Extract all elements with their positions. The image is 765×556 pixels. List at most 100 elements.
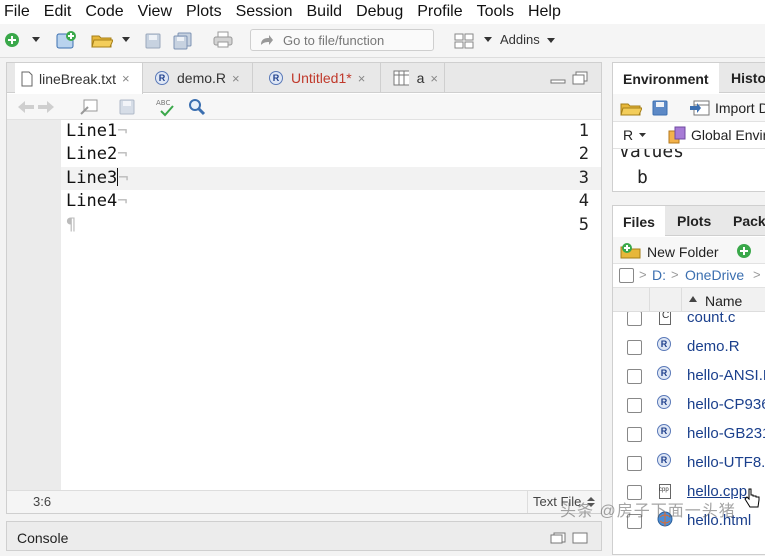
file-row[interactable]: R hello-GB231 bbox=[613, 420, 765, 449]
find-replace-icon[interactable] bbox=[187, 97, 207, 117]
menu-file[interactable]: File bbox=[4, 3, 30, 21]
file-row[interactable]: R demo.R bbox=[613, 333, 765, 362]
maximize-pane-icon[interactable] bbox=[571, 70, 589, 86]
tab-demo-r[interactable]: R demo.R × bbox=[149, 63, 253, 93]
new-file-icon[interactable] bbox=[735, 242, 753, 260]
back-arrow-icon[interactable] bbox=[17, 99, 35, 115]
print-icon[interactable] bbox=[212, 30, 234, 50]
save-all-icon[interactable] bbox=[172, 30, 194, 52]
tab-plots[interactable]: Plots bbox=[667, 206, 721, 236]
restore-pane-icon[interactable] bbox=[549, 531, 567, 545]
import-dataset-icon[interactable] bbox=[689, 99, 711, 117]
chevron-down-icon[interactable] bbox=[120, 33, 132, 47]
line-end-mark: ¬ bbox=[117, 191, 128, 211]
pane-layout-icon[interactable] bbox=[453, 31, 475, 51]
file-name[interactable]: hello-CP936 bbox=[687, 396, 765, 413]
menu-code[interactable]: Code bbox=[85, 3, 123, 21]
console-label[interactable]: Console bbox=[17, 530, 68, 546]
variable-name[interactable]: b bbox=[637, 167, 648, 188]
file-name[interactable]: hello-ANSI.R bbox=[687, 367, 765, 384]
line-number: 3 bbox=[578, 168, 589, 188]
tab-files[interactable]: Files bbox=[613, 206, 665, 237]
breadcrumb-folder[interactable]: OneDrive bbox=[685, 267, 744, 283]
chevron-down-icon[interactable] bbox=[30, 33, 42, 47]
save-icon[interactable] bbox=[651, 99, 669, 117]
menu-plots[interactable]: Plots bbox=[186, 3, 222, 21]
row-checkbox[interactable] bbox=[627, 398, 642, 413]
select-all-checkbox[interactable] bbox=[619, 268, 634, 283]
menu-edit[interactable]: Edit bbox=[44, 3, 72, 21]
files-breadcrumb: > D: > OneDrive > bbox=[613, 264, 765, 288]
main-toolbar: Go to file/function Addins bbox=[0, 24, 765, 58]
code-line[interactable]: Line1¬ bbox=[66, 121, 127, 141]
new-folder-icon[interactable] bbox=[619, 241, 643, 261]
close-icon[interactable]: × bbox=[122, 71, 130, 86]
menu-help[interactable]: Help bbox=[528, 3, 561, 21]
values-header: Values bbox=[613, 149, 765, 165]
breadcrumb-drive[interactable]: D: bbox=[652, 267, 666, 283]
file-name[interactable]: demo.R bbox=[687, 338, 740, 355]
addins-menu[interactable]: Addins bbox=[500, 32, 556, 47]
r-file-icon: R bbox=[657, 366, 673, 384]
menu-build[interactable]: Build bbox=[307, 3, 343, 21]
file-name[interactable]: hello-UTF8.R bbox=[687, 454, 765, 471]
r-file-icon: R bbox=[269, 71, 283, 85]
breadcrumb-separator: > bbox=[671, 267, 679, 282]
tab-linebreak-txt[interactable]: lineBreak.txt × bbox=[15, 63, 143, 94]
spellcheck-icon[interactable]: ABC bbox=[155, 96, 177, 118]
close-icon[interactable]: × bbox=[358, 71, 366, 86]
menu-session[interactable]: Session bbox=[236, 3, 293, 21]
new-project-icon[interactable] bbox=[54, 29, 78, 51]
env-scope-bar: R Global Envir bbox=[613, 122, 765, 149]
environment-scope-selector[interactable]: Global Envir bbox=[691, 127, 765, 143]
environment-icon bbox=[667, 125, 687, 145]
file-row[interactable]: R hello-UTF8.R bbox=[613, 449, 765, 478]
row-checkbox[interactable] bbox=[627, 427, 642, 442]
tab-untitled1[interactable]: R Untitled1* × bbox=[263, 63, 381, 93]
show-in-window-icon[interactable] bbox=[79, 98, 99, 116]
menu-tools[interactable]: Tools bbox=[477, 3, 514, 21]
code-line[interactable]: Line2¬ bbox=[66, 144, 127, 164]
close-icon[interactable]: × bbox=[232, 71, 240, 86]
tab-a[interactable]: a × bbox=[387, 63, 445, 93]
column-divider bbox=[649, 288, 650, 312]
language-selector[interactable]: R bbox=[623, 127, 633, 143]
name-column-header[interactable]: Name bbox=[705, 293, 742, 309]
menu-debug[interactable]: Debug bbox=[356, 3, 403, 21]
open-folder-icon[interactable] bbox=[90, 30, 114, 50]
forward-arrow-icon[interactable] bbox=[37, 99, 55, 115]
menu-view[interactable]: View bbox=[138, 3, 172, 21]
goto-placeholder: Go to file/function bbox=[283, 32, 385, 48]
goto-file-function-input[interactable]: Go to file/function bbox=[250, 29, 434, 51]
tab-environment[interactable]: Environment bbox=[613, 63, 719, 94]
file-name[interactable]: count.c bbox=[687, 312, 735, 326]
menu-bar: File Edit Code View Plots Session Build … bbox=[0, 0, 765, 24]
row-checkbox[interactable] bbox=[627, 340, 642, 355]
chevron-down-icon[interactable] bbox=[482, 33, 494, 47]
maximize-pane-icon[interactable] bbox=[571, 531, 589, 545]
env-toolbar: Import D bbox=[613, 94, 765, 122]
file-row[interactable]: C count.c bbox=[613, 312, 765, 333]
new-file-icon[interactable] bbox=[3, 31, 21, 49]
import-dataset-button[interactable]: Import D bbox=[715, 100, 765, 116]
save-icon[interactable] bbox=[143, 31, 163, 51]
row-checkbox[interactable] bbox=[627, 312, 642, 326]
tab-history[interactable]: Histo bbox=[721, 63, 765, 93]
row-checkbox[interactable] bbox=[627, 369, 642, 384]
tab-packages[interactable]: Packa bbox=[723, 206, 765, 236]
save-icon[interactable] bbox=[117, 98, 137, 116]
menu-profile[interactable]: Profile bbox=[417, 3, 462, 21]
code-line[interactable]: Line4¬ bbox=[66, 191, 127, 211]
line-number: 2 bbox=[578, 144, 589, 164]
file-row[interactable]: R hello-ANSI.R bbox=[613, 362, 765, 391]
file-row[interactable]: R hello-CP936 bbox=[613, 391, 765, 420]
file-name[interactable]: hello-GB231 bbox=[687, 425, 765, 442]
new-folder-button[interactable]: New Folder bbox=[647, 244, 719, 260]
close-icon[interactable]: × bbox=[430, 71, 438, 86]
open-folder-icon[interactable] bbox=[619, 98, 643, 118]
code-line[interactable]: Line3¬ bbox=[66, 168, 128, 188]
minimize-pane-icon[interactable] bbox=[549, 73, 567, 85]
code-text: Line2 bbox=[66, 144, 118, 164]
code-line[interactable]: ¶ bbox=[66, 215, 76, 235]
row-checkbox[interactable] bbox=[627, 456, 642, 471]
